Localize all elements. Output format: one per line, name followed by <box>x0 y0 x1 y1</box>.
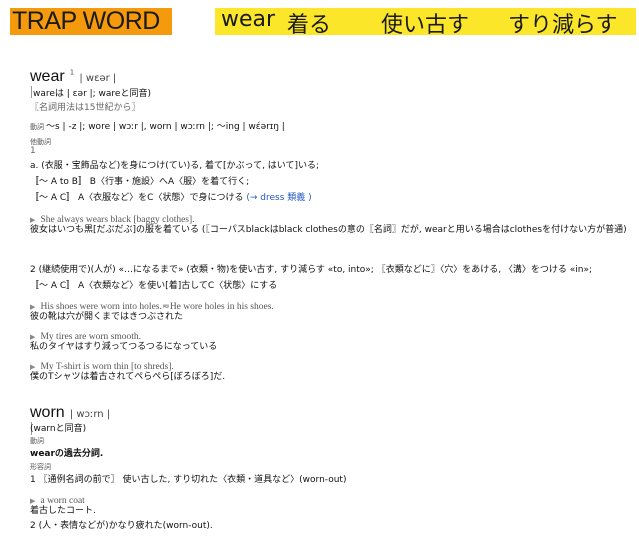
adj-sense-1: 1 〖通例名詞の前で〗 使い古した, すり切れた〈衣類・道具など〉(worn-o… <box>30 475 347 485</box>
sense-1a: a. (衣服・宝飾品など)を身につけ(てい)る, 着て[かぶって, はいて]いる… <box>30 161 320 171</box>
sense-pattern: 〚〜 A C〛 A〈衣類など〉を使い[着]古してC〈状態〉にする <box>30 281 278 291</box>
headword: wear <box>30 68 65 85</box>
trap-word-label: TRAP WORD <box>12 7 160 35</box>
verb-definition: wearの過去分詞. <box>30 449 104 459</box>
sense-pattern: 〚〜 A to B〛 B〈行事・施設〉へA〈服〉を着て行く; <box>30 177 250 187</box>
dress-synonym-link[interactable]: (→ dress 類義 ) <box>246 193 311 203</box>
example-translation: 着古したコート. <box>30 506 96 516</box>
trap-word-banner: TRAP WORD <box>10 7 172 35</box>
pronunciation: | wɔːrn | <box>69 409 111 420</box>
term-tsukaifurusu: 使い古す <box>381 13 470 38</box>
forms-label: 動詞 <box>30 123 44 131</box>
sense-pattern: 〚〜 A C〛 A〈衣服など〉をC〈状態〉で身につける (→ dress 類義 … <box>30 190 312 203</box>
pronunciation: | wɛər | <box>79 73 117 84</box>
headword-sup: 1 <box>69 68 75 77</box>
verb-label: 動詞 <box>30 437 44 445</box>
term-surinerasu: すり減らす <box>508 13 618 38</box>
inflected-forms: 〜s | -z |; wore | wɔːr |, worn | wɔːrn |… <box>46 122 285 132</box>
usage-note: 〖名詞用法は15世紀から〗 <box>30 103 141 113</box>
entry-worn-headline: worn | wɔːrn | <box>30 402 110 422</box>
sense-number: 1 <box>30 146 36 156</box>
homophone-note: wareは | ɛər |; wareと同音) <box>33 89 151 99</box>
sense-2: 2 (継続使用で)(人が) «…になるまで» (衣類・物)を使い古す, すり減ら… <box>30 265 593 275</box>
adj-sense-2: 2 (人・表情などが)かなり疲れた(worn-out). <box>30 521 213 531</box>
term-kiru: 着る <box>287 13 332 38</box>
adj-label: 形容詞 <box>30 463 51 471</box>
terms-banner: wear 着る 使い古す すり減らす <box>215 7 636 38</box>
example-translation: 僕のTシャツは着古されてぺらぺら[ぼろぼろ]だ. <box>30 372 226 382</box>
pattern-text: 〚〜 A C〛 A〈衣服など〉をC〈状態〉で身につける <box>30 193 244 203</box>
bracket-rule <box>31 86 32 98</box>
entry-wear-headline: wear 1 | wɛər | <box>30 66 116 86</box>
example-translation: 彼女はいつも黒[だぶだぶ]の服を着ている (〖コーパスblackはblack c… <box>30 225 627 235</box>
example-translation: 彼の靴は穴が開くまではきつぶされた <box>30 312 184 322</box>
headword: worn <box>30 404 65 421</box>
homophone-note: (warnと同音) <box>30 424 87 434</box>
example-translation: 私のタイヤはすり減ってつるつるになっている <box>30 342 218 352</box>
term-english: wear <box>221 7 276 32</box>
